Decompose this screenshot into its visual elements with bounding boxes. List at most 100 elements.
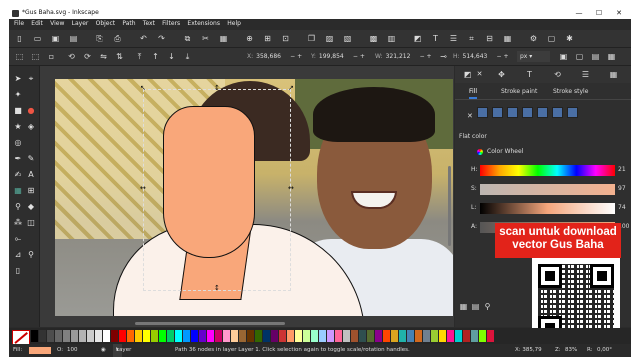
menu-edit[interactable]: Edit	[31, 19, 43, 29]
swatch-list-icon[interactable]: ▤	[471, 302, 480, 311]
rotate-handle-tr[interactable]: ↗	[288, 85, 294, 92]
palette-swatch[interactable]	[231, 330, 238, 342]
star-tool-icon[interactable]: ★	[13, 122, 23, 132]
vertical-scrollbar[interactable]	[448, 166, 451, 246]
scale-handle-top[interactable]: ↕	[214, 85, 220, 92]
symbols-tab-icon[interactable]: ▦	[609, 70, 618, 79]
palette-swatch[interactable]	[327, 330, 334, 342]
height-field[interactable]: H: 514,643− +	[453, 51, 509, 62]
raise-top-icon[interactable]: ⤒	[135, 52, 144, 61]
palette-swatch[interactable]	[215, 330, 222, 342]
undo-icon[interactable]: ↶	[139, 34, 148, 43]
export-tab-icon[interactable]: ⟲	[553, 70, 562, 79]
zoom-drawing-icon[interactable]: ⊞	[263, 34, 272, 43]
palette-swatch[interactable]	[287, 330, 294, 342]
mesh-mode[interactable]	[521, 107, 533, 118]
palette-swatch[interactable]	[71, 330, 78, 342]
zoom-tool-icon[interactable]: ⚲	[26, 250, 36, 260]
text-font-icon[interactable]: T	[431, 34, 440, 43]
tweak-tool-icon[interactable]: ✦	[13, 90, 23, 100]
duplicate-icon[interactable]: ❐	[307, 34, 316, 43]
palette-swatch[interactable]	[471, 330, 478, 342]
text-tab-icon[interactable]: T	[525, 70, 534, 79]
y-field[interactable]: Y: 199,854− +	[311, 51, 365, 62]
scale-stroke-icon[interactable]: ▣	[559, 52, 568, 61]
palette-swatch[interactable]	[295, 330, 302, 342]
palette-swatch[interactable]	[447, 330, 454, 342]
zoom-page-icon[interactable]: ⊡	[281, 34, 290, 43]
palette-swatch[interactable]	[111, 330, 118, 342]
palette-swatch[interactable]	[311, 330, 318, 342]
clone-icon[interactable]: ▨	[325, 34, 334, 43]
palette-swatch[interactable]	[207, 330, 214, 342]
tab-stroke-style[interactable]: Stroke style	[553, 87, 588, 97]
layers-icon[interactable]: ☰	[449, 34, 458, 43]
new-document-icon[interactable]: ▯	[15, 34, 24, 43]
horizontal-scrollbar[interactable]	[135, 322, 285, 325]
palette-swatch[interactable]	[431, 330, 438, 342]
tab-fill[interactable]: Fill	[469, 87, 478, 99]
fill-indicator-swatch[interactable]	[29, 347, 51, 354]
save-icon[interactable]: ▣	[51, 34, 60, 43]
lower-icon[interactable]: ↓	[167, 52, 176, 61]
palette-swatch[interactable]	[119, 330, 126, 342]
palette-swatch[interactable]	[487, 330, 494, 342]
lock-ratio-icon[interactable]: ⊸	[439, 52, 448, 61]
color-wheel-toggle[interactable]: Color Wheel	[477, 148, 523, 155]
flip-vertical-icon[interactable]: ⇅	[115, 52, 124, 61]
menu-layer[interactable]: Layer	[72, 19, 89, 29]
palette-swatch[interactable]	[223, 330, 230, 342]
cut-icon[interactable]: ✂	[201, 34, 210, 43]
spray-tool-icon[interactable]: ⁂	[13, 218, 23, 228]
scale-handle-right[interactable]: ↔	[288, 185, 294, 192]
connector-tool-icon[interactable]: ⟜	[13, 234, 23, 244]
minimize-button[interactable]: —	[569, 8, 589, 19]
palette-swatch[interactable]	[367, 330, 374, 342]
palette-swatch[interactable]	[415, 330, 422, 342]
palette-swatch[interactable]	[263, 330, 270, 342]
palette-swatch[interactable]	[39, 330, 46, 342]
palette-swatch[interactable]	[159, 330, 166, 342]
text-tool-icon[interactable]: A	[26, 170, 36, 180]
transform-tab-icon[interactable]: ✥	[497, 70, 506, 79]
fill-stroke-tab-icon[interactable]: ◩	[463, 70, 472, 79]
palette-swatch[interactable]	[375, 330, 382, 342]
palette-swatch[interactable]	[87, 330, 94, 342]
3d-box-tool-icon[interactable]: ◈	[26, 122, 36, 132]
palette-swatch[interactable]	[199, 330, 206, 342]
palette-swatch[interactable]	[55, 330, 62, 342]
layers-tab-icon[interactable]: ☰	[581, 70, 590, 79]
radial-gradient-mode[interactable]	[506, 107, 518, 118]
palette-swatch[interactable]	[399, 330, 406, 342]
palette-swatch[interactable]	[407, 330, 414, 342]
calligraphy-tool-icon[interactable]: ✍	[13, 170, 23, 180]
unset-mode[interactable]	[566, 107, 578, 118]
palette-swatch[interactable]	[279, 330, 286, 342]
objects-icon[interactable]: ▦	[503, 34, 512, 43]
scale-handle-left[interactable]: ↔	[140, 185, 146, 192]
symbols-icon[interactable]: ✱	[565, 34, 574, 43]
node-tool-icon[interactable]: ⌖	[26, 74, 36, 84]
width-field[interactable]: W: 321,212− +	[375, 51, 432, 62]
palette-swatch[interactable]	[455, 330, 462, 342]
preferences-icon[interactable]: ⚙	[529, 34, 538, 43]
palette-swatch[interactable]	[183, 330, 190, 342]
maximize-button[interactable]: ☐	[589, 8, 609, 19]
close-button[interactable]: ✕	[609, 8, 629, 19]
palette-swatch[interactable]	[135, 330, 142, 342]
open-file-icon[interactable]: ▭	[33, 34, 42, 43]
select-all-icon[interactable]: ⬚	[15, 52, 24, 61]
flat-color-mode[interactable]	[476, 107, 488, 118]
palette-swatch[interactable]	[423, 330, 430, 342]
drawing-canvas[interactable]: ↖ ↕ ↗ ↔ ↔ ↕	[40, 66, 454, 327]
scale-corners-icon[interactable]: ▢	[575, 52, 584, 61]
palette-swatch[interactable]	[127, 330, 134, 342]
selection-box[interactable]: ↖ ↕ ↗ ↔ ↔ ↕	[140, 85, 294, 292]
palette-swatch[interactable]	[335, 330, 342, 342]
palette-swatch[interactable]	[439, 330, 446, 342]
eyedropper-icon[interactable]: ⚲	[483, 302, 492, 311]
gradient-tool-icon[interactable]: ▦	[13, 186, 23, 196]
palette-swatch[interactable]	[383, 330, 390, 342]
zoom-selection-icon[interactable]: ⊕	[245, 34, 254, 43]
palette-swatch[interactable]	[95, 330, 102, 342]
